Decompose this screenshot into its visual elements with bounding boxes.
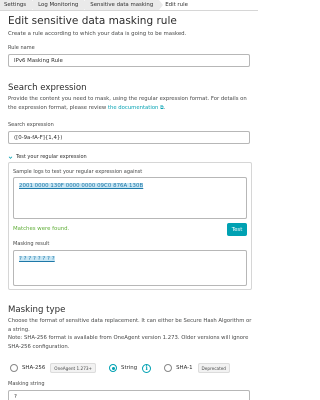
masking-type-title: Masking type [8,305,66,315]
radio-string[interactable]: String i [109,363,152,373]
search-expression-description: Provide the content you need to mask, us… [8,95,252,112]
radio-sha256[interactable]: SHA-256 OneAgent 1.273+ [10,363,97,373]
sample-logs-label: Sample logs to test your regular express… [13,169,143,175]
masking-type-description: Choose the format of sensitive data repl… [8,318,252,333]
search-expression-label: Search expression [8,122,54,128]
radio-sha256-label: SHA-256 [22,365,46,371]
breadcrumb-log-monitoring[interactable]: Log Monitoring [33,0,89,10]
masking-type-options: SHA-256 OneAgent 1.273+ String i SHA-1 D… [8,361,252,375]
masking-string-input[interactable]: ? [8,390,250,400]
match-status: Matches were found. [13,226,70,232]
page-title: Edit sensitive data masking rule [8,15,177,27]
masking-string-label: Masking string [8,381,45,387]
page-description: Create a rule according to which your da… [8,31,187,37]
chevron-down-icon [8,155,13,159]
search-expression-title: Search expression [8,83,87,93]
radio-string-label: String [121,365,138,371]
radio-string-circle[interactable] [109,364,118,372]
search-expression-input[interactable]: ([0-9a-fA-F]{1,4}) [8,131,250,144]
radio-sha1-label: SHA-1 [176,365,193,371]
radio-sha1[interactable]: SHA-1 Deprecated [164,363,230,373]
breadcrumb-sensitive-data-masking[interactable]: Sensitive data masking [85,0,164,10]
test-expander[interactable]: Test your regular expression [8,154,87,160]
radio-sha256-circle[interactable] [10,364,18,372]
search-expression-description-end: . [163,104,166,111]
sample-logs-textarea[interactable]: 2001 0000 130F 0000 0000 09C0 876A 130B [13,177,247,219]
masking-result-label: Masking result [13,241,50,247]
breadcrumb-settings[interactable]: Settings [0,0,37,10]
test-panel: Sample logs to test your regular express… [8,162,252,290]
radio-sha1-circle[interactable] [164,364,173,372]
rule-name-input[interactable]: IPv6 Masking Rule [8,54,250,67]
oneagent-version-badge: OneAgent 1.273+ [50,363,97,373]
deprecated-badge: Deprecated [197,363,230,373]
masking-type-note: Note: SHA-256 format is available from O… [8,335,249,350]
masking-result-text: ? ? ? ? ? ? ? ? [19,256,55,262]
masking-result-textarea[interactable]: ? ? ? ? ? ? ? ? [13,250,247,286]
breadcrumb-edit-rule: Edit rule [160,0,198,10]
rule-name-label: Rule name [8,45,35,51]
breadcrumb: Settings Log Monitoring Sensitive data m… [0,0,258,11]
test-expander-label: Test your regular expression [16,154,87,160]
info-icon[interactable]: i [142,363,152,373]
sample-logs-text: 2001 0000 130F 0000 0000 09C0 876A 130B [19,183,144,189]
documentation-link[interactable]: the documentation [108,105,159,111]
test-button[interactable]: Test [227,223,247,236]
